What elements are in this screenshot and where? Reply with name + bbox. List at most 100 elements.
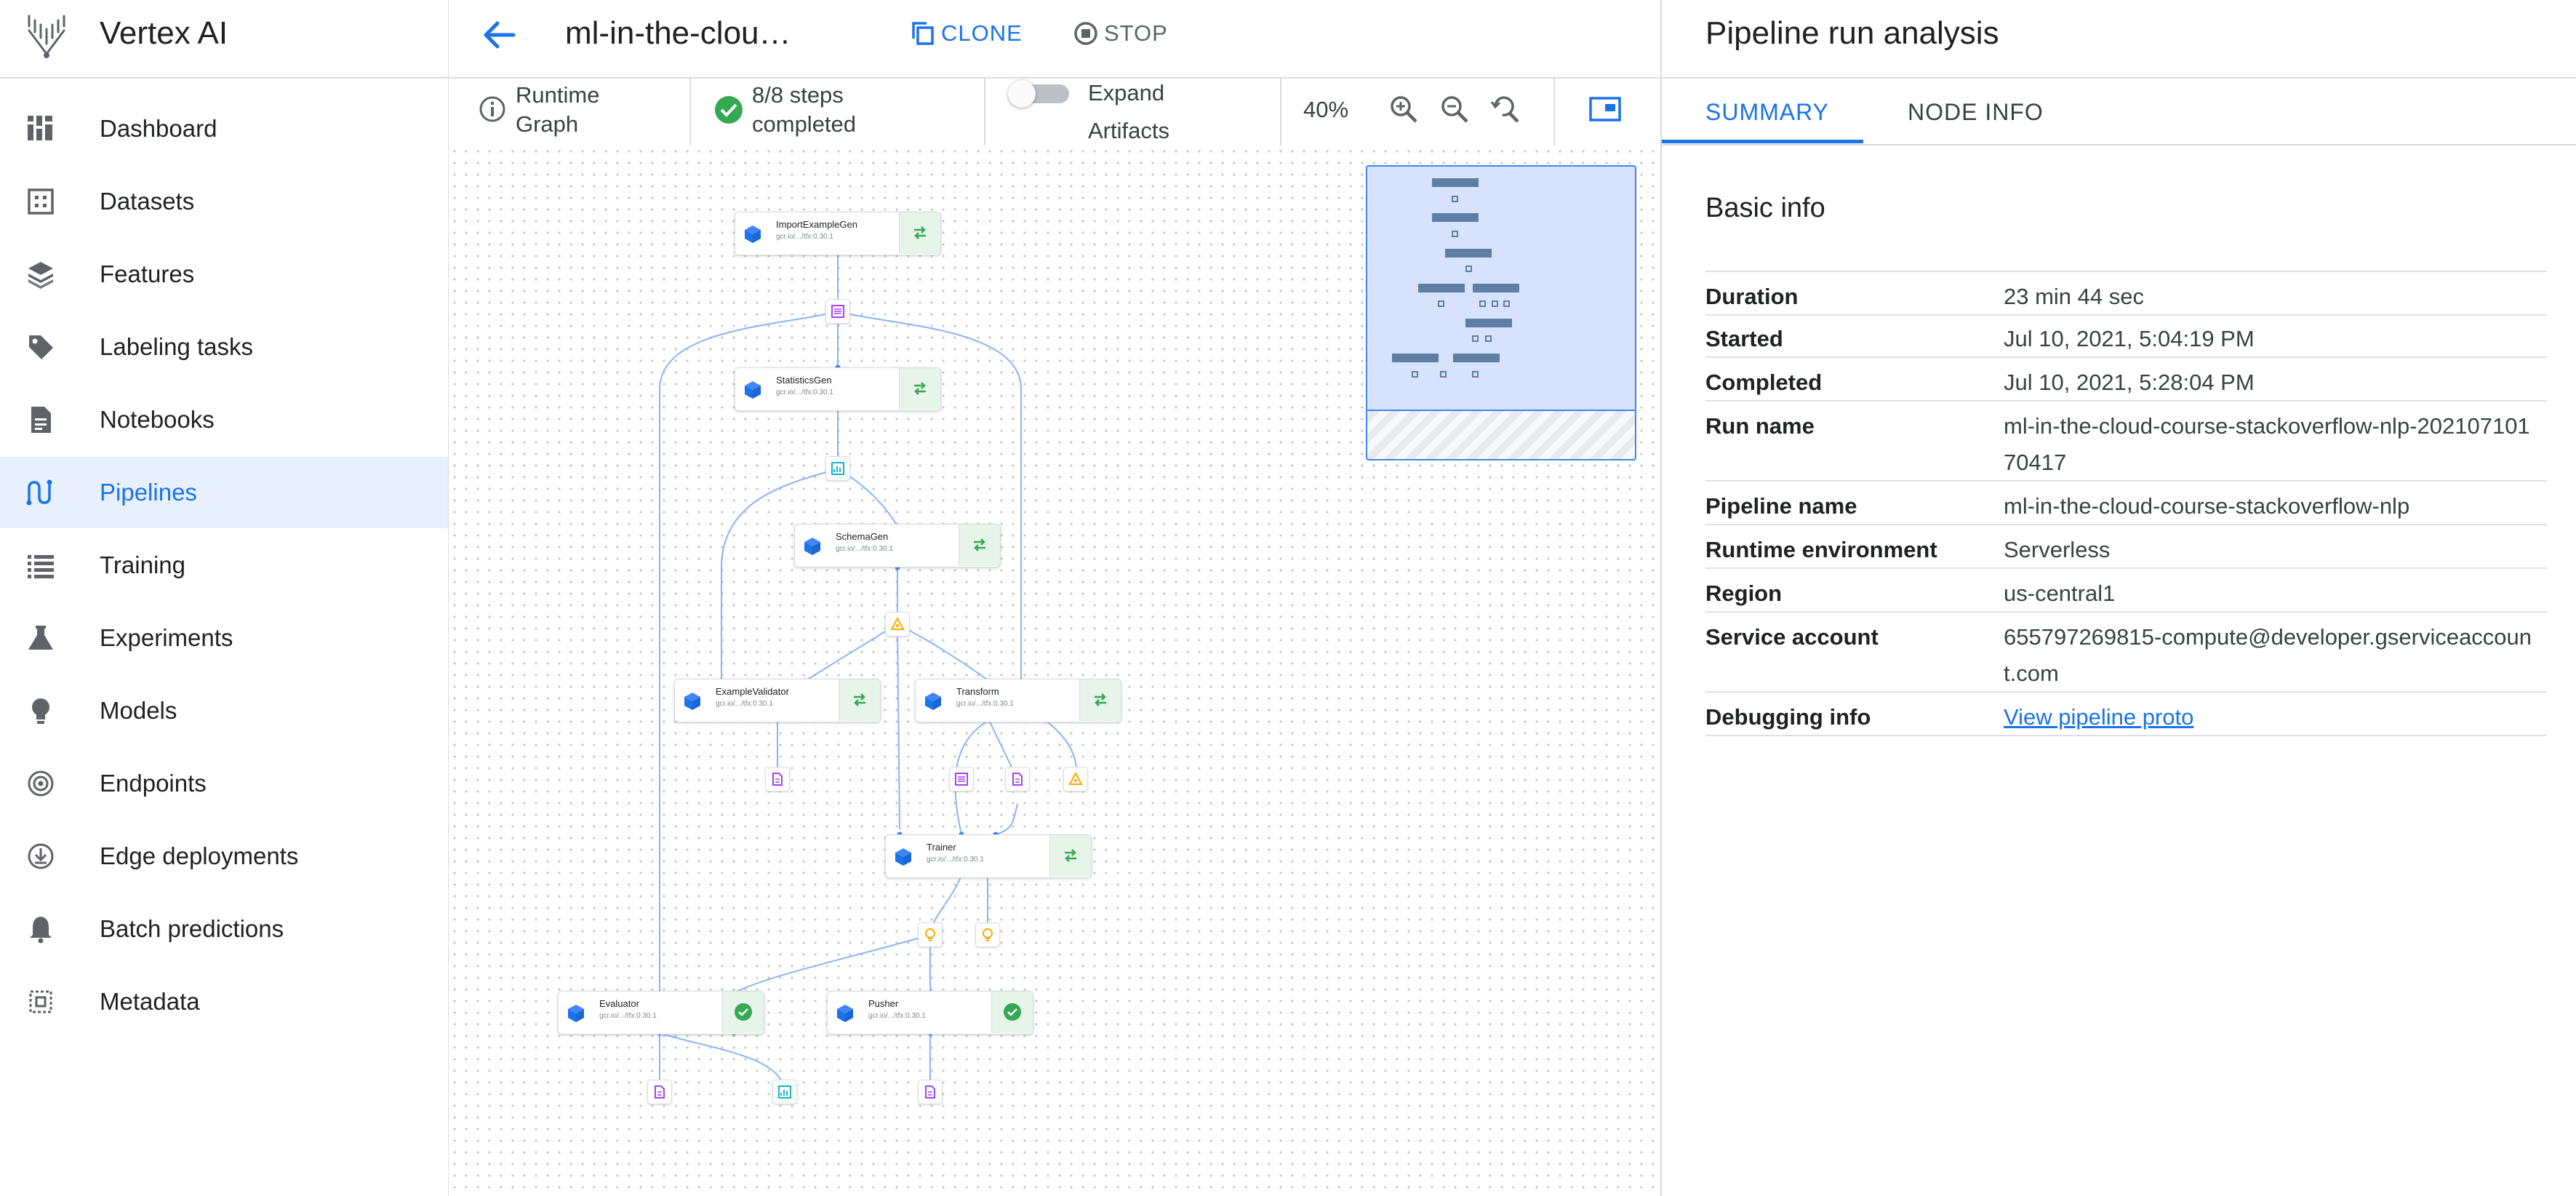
minimap-viewport[interactable] [1367,167,1635,411]
sidebar-item-metadata[interactable]: Metadata [0,966,448,1037]
sidebar: Vertex AI Dashboard Datasets Features La… [0,0,449,1196]
artifact-model-run[interactable] [975,922,1000,947]
info-value: 23 min 44 sec [2004,284,2144,309]
node-name: Evaluator [599,998,639,1009]
label-icon [29,335,53,359]
component-cube-icon [684,693,700,710]
sidebar-item-dashboard[interactable]: Dashboard [0,93,448,164]
panel-title: Pipeline run analysis [1705,15,1999,51]
artifact-pushed-model[interactable] [918,1080,943,1104]
sidebar-item-pipelines[interactable]: Pipelines [0,457,448,528]
cached-icon [914,382,926,395]
sidebar-item-labeling-tasks[interactable]: Labeling tasks [0,311,448,383]
node-example-validator[interactable]: ExampleValidator gcr.io/.../tfx:0.30.1 [674,679,881,722]
artifact-evaluation[interactable] [647,1080,672,1104]
info-value: Serverless [2004,537,2111,562]
node-pusher[interactable]: Pusher gcr.io/.../tfx:0.30.1 [827,991,1033,1034]
sidebar-item-features[interactable]: Features [0,239,448,310]
sidebar-item-label: Features [100,260,195,287]
node-trainer[interactable]: Trainer gcr.io/.../tfx:0.30.1 [885,834,1092,878]
info-key: Runtime environment [1705,537,1937,562]
component-cube-icon [837,1005,853,1022]
sidebar-item-notebooks[interactable]: Notebooks [0,384,448,455]
sidebar-item-label: Batch predictions [100,915,284,942]
view-pipeline-proto-link[interactable]: View pipeline proto [2004,704,2193,730]
zoom-in-icon[interactable] [1388,93,1420,125]
node-status-cached [899,212,940,254]
runtime-graph-label-line1: Runtime [516,82,600,108]
artifact-examples-icon [955,773,968,786]
artifact-document-icon [655,1085,665,1099]
sidebar-item-datasets[interactable]: Datasets [0,166,448,237]
node-name: Pusher [868,998,899,1009]
expand-artifacts-label-line2: Artifacts [1088,118,1169,143]
info-value: Jul 10, 2021, 5:28:04 PM [2004,370,2255,395]
node-image: gcr.io/.../tfx:0.30.1 [956,700,1014,708]
expand-artifacts-toggle[interactable] [1008,80,1073,109]
cached-icon [914,226,926,239]
stop-label: STOP [1104,20,1168,46]
artifact-anomalies[interactable] [765,767,790,792]
sidebar-item-label: Notebooks [100,406,215,433]
runtime-graph-label-line2: Graph [516,111,579,137]
artifact-statistics[interactable] [825,456,850,481]
sidebar-item-batch-predictions[interactable]: Batch predictions [0,893,448,965]
artifact-statistics-icon [778,1085,791,1099]
info-key: Debugging info [1705,704,1871,730]
sidebar-item-label: Edge deployments [100,842,299,869]
node-import-example-gen[interactable]: ImportExampleGen gcr.io/.../tfx:0.30.1 [735,212,941,255]
sidebar-item-experiments[interactable]: Experiments [0,602,448,674]
info-row-pipeline-name: Pipeline name ml-in-the-cloud-course-sta… [1705,482,2547,525]
node-statistics-gen[interactable]: StatisticsGen gcr.io/.../tfx:0.30.1 [735,367,941,411]
basic-info-heading: Basic info [1705,193,1825,223]
sidebar-item-label: Datasets [100,188,195,215]
node-transform[interactable]: Transform gcr.io/.../tfx:0.30.1 [915,679,1121,722]
info-key: Region [1705,581,1783,606]
artifact-updated-schema[interactable] [1063,767,1088,792]
tab-summary[interactable]: SUMMARY [1705,96,1829,128]
zoom-out-icon[interactable] [1439,93,1471,125]
info-key: Run name [1705,413,1815,439]
zoom-reset-icon[interactable] [1489,93,1521,125]
sidebar-item-edge-deployments[interactable]: Edge deployments [0,821,448,892]
artifact-examples[interactable] [825,299,850,324]
lightbulb-icon [32,698,49,724]
artifact-schema[interactable] [885,612,910,637]
download-circle-icon [28,843,54,869]
artifact-blessing[interactable] [772,1080,797,1104]
node-image: gcr.io/.../tfx:0.30.1 [836,545,893,553]
component-cube-icon [745,226,761,243]
minimap-toggle-icon[interactable] [1589,97,1621,121]
info-row-completed: Completed Jul 10, 2021, 5:28:04 PM [1705,358,2547,402]
vertex-ai-logo[interactable] [25,10,67,61]
stop-button[interactable]: STOP [1073,16,1168,51]
tab-node-info[interactable]: NODE INFO [1908,96,2044,128]
node-status-cached [959,525,1000,566]
node-name: ImportExampleGen [776,219,857,230]
info-key: Pipeline name [1705,493,1857,519]
zoom-level: 40% [1303,97,1349,122]
info-row-started: Started Jul 10, 2021, 5:04:19 PM [1705,314,2547,358]
sidebar-item-endpoints[interactable]: Endpoints [0,748,448,819]
sidebar-item-training[interactable]: Training [0,530,448,601]
node-status-cached [1049,835,1091,877]
cached-icon [1065,849,1076,862]
node-name: SchemaGen [836,531,889,542]
bell-icon [30,917,52,944]
clone-button[interactable]: CLONE [911,16,1023,51]
artifact-transformed-examples[interactable] [949,767,974,792]
info-key: Service account [1705,624,1879,650]
sidebar-item-label: Dashboard [100,115,217,142]
sidebar-item-models[interactable]: Models [0,675,448,746]
artifact-transform-graph[interactable] [1005,767,1030,792]
info-icon[interactable] [479,95,506,123]
steps-status-line2: completed [752,111,857,137]
info-row-runtime-environment: Runtime environment Serverless [1705,525,2547,569]
node-image: gcr.io/.../tfx:0.30.1 [927,856,984,864]
back-arrow-icon[interactable] [479,15,521,55]
node-evaluator[interactable]: Evaluator gcr.io/.../tfx:0.30.1 [558,991,764,1034]
artifact-model[interactable] [918,922,943,947]
node-schema-gen[interactable]: SchemaGen gcr.io/.../tfx:0.30.1 [794,524,1001,567]
graph-minimap[interactable] [1366,165,1636,461]
artifact-examples-icon [831,305,844,318]
